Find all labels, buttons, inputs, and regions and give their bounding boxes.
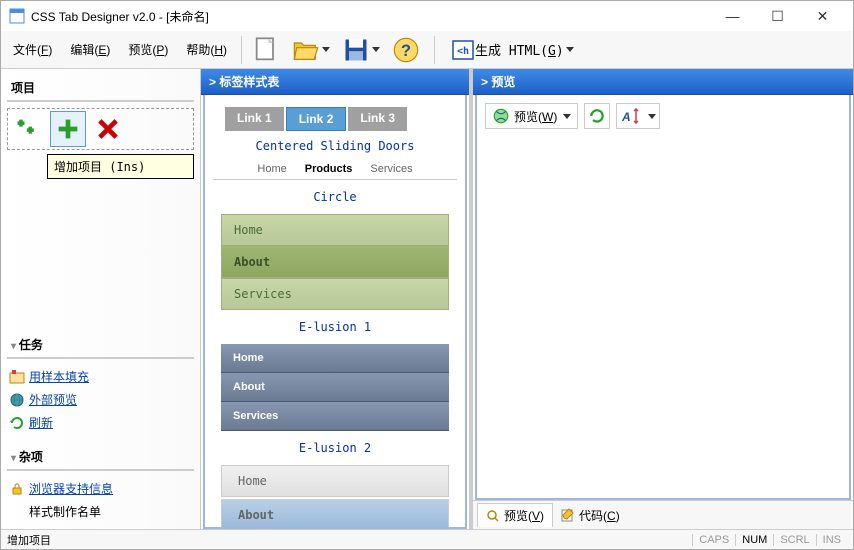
edit-icon [561,508,575,522]
save-button[interactable] [338,34,384,66]
item-toolbar [7,108,194,150]
open-file-button[interactable] [288,34,334,66]
status-text: 增加项目 [7,532,692,548]
chevron-down-icon [372,47,380,52]
add-multiple-button[interactable] [10,111,46,147]
chevron-down-icon [566,47,574,52]
preview-panel-title: > 预览 [473,69,853,95]
delete-item-button[interactable] [90,111,126,147]
circle-item-services[interactable]: Services [221,278,449,310]
new-file-button[interactable] [248,34,284,66]
refresh-icon [9,415,25,431]
link-tab-3[interactable]: Link 3 [348,107,407,131]
status-bar: 增加项目 CAPS NUM SCRL INS [1,529,853,549]
tab-code-label: 代码(C) [579,507,620,524]
items-header: 项目 [7,75,194,102]
right-panel: > 预览 预览(W) A 预览(V) 代码(C) [473,69,853,529]
task-fill-sample[interactable]: 用样本填充 [7,365,194,388]
menu-preview[interactable]: 预览(P) [120,37,176,62]
add-item-button[interactable] [50,111,86,147]
html-icon: <h [451,38,475,62]
refresh-icon [588,107,606,125]
csd-tab-home[interactable]: Home [257,163,286,175]
misc-credits[interactable]: 样式制作名单 [7,500,194,523]
close-button[interactable]: ✕ [800,2,845,30]
menu-edit[interactable]: 编辑(E) [62,37,118,62]
refresh-button[interactable] [584,103,610,129]
fill-icon [9,369,25,385]
status-num: NUM [735,534,773,546]
svg-text:?: ? [401,41,411,59]
style-name-elusion1: E-lusion 1 [213,320,457,334]
tab-preview-label: 预览(V) [504,507,544,524]
status-caps: CAPS [692,534,735,546]
styles-panel-title: > 标签样式表 [201,69,469,95]
task-refresh[interactable]: 刷新 [7,411,194,434]
style-name-circle: Circle [213,190,457,204]
chevron-down-icon [648,114,656,119]
maximize-button[interactable]: ☐ [755,2,800,30]
minimize-button[interactable]: — [710,2,755,30]
app-icon [9,8,25,24]
chevron-down-icon [563,114,571,119]
chevron-down-icon [322,47,330,52]
generate-html-button[interactable]: <h 生成 HTML(G) [445,38,580,62]
link-tabs: Link 1 Link 2 Link 3 [225,107,457,131]
csd-tab-products[interactable]: Products [305,163,353,175]
elusion2-item-home[interactable]: Home [221,465,449,497]
left-panel: 项目 增加项目 (Ins) 任务 用样本填充 外部预览 刷新 杂项 浏览器支持信… [1,69,201,529]
tab-code[interactable]: 代码(C) [553,503,628,527]
window-titlebar: CSS Tab Designer v2.0 - [未命名] — ☐ ✕ [1,1,853,31]
elusion1-item-home[interactable]: Home [221,344,449,373]
globe-icon [492,107,510,125]
circle-item-about[interactable]: About [221,246,449,278]
elusion1-item-about[interactable]: About [221,373,449,402]
menu-file[interactable]: 文件(F) [5,37,60,62]
menubar-toolbar: 文件(F) 编辑(E) 预览(P) 帮助(H) ? <h 生成 HTML(G) [1,31,853,69]
svg-text:<h: <h [457,46,469,57]
status-scrl: SCRL [773,534,815,546]
misc-header[interactable]: 杂项 [7,444,194,471]
status-ins: INS [816,534,847,546]
style-name-elusion2: E-lusion 2 [213,441,457,455]
tab-preview[interactable]: 预览(V) [477,503,553,527]
help-button[interactable]: ? [388,34,424,66]
elusion2-item-about[interactable]: About [221,499,449,529]
misc-browser-support[interactable]: 浏览器支持信息 [7,477,194,500]
font-size-button[interactable]: A [616,103,660,129]
center-panel: > 标签样式表 Link 1 Link 2 Link 3 Centered Sl… [201,69,473,529]
link-tab-2[interactable]: Link 2 [286,107,347,131]
globe-icon [9,392,25,408]
csd-tab-services[interactable]: Services [370,163,412,175]
preview-dropdown[interactable]: 预览(W) [485,103,578,129]
style-name-csd: Centered Sliding Doors [213,139,457,153]
circle-item-home[interactable]: Home [221,214,449,246]
window-title: CSS Tab Designer v2.0 - [未命名] [31,8,710,25]
tooltip: 增加项目 (Ins) [47,154,194,179]
elusion1-item-services[interactable]: Services [221,402,449,431]
preview-label: 预览(W) [514,108,557,125]
link-tab-1[interactable]: Link 1 [225,107,284,131]
tasks-header[interactable]: 任务 [7,332,194,359]
generate-html-label: 生成 HTML(G) [475,40,564,59]
menu-help[interactable]: 帮助(H) [178,37,235,62]
search-icon [486,509,500,523]
task-external-preview[interactable]: 外部预览 [7,388,194,411]
font-icon: A [620,107,642,125]
svg-text:A: A [621,110,631,124]
lock-icon [9,481,25,497]
